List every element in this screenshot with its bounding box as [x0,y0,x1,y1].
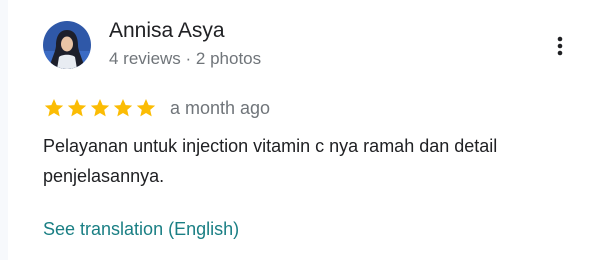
rating-row: a month ago [43,96,270,120]
star-icon [43,97,65,119]
more-vert-icon [557,36,563,56]
review-card: Annisa Asya 4 reviews · 2 photos a month… [0,0,610,260]
review-date: a month ago [170,98,271,118]
review-text: Pelayanan untuk injection vitamin c nya … [43,136,498,186]
star-icon [112,97,134,119]
reviewer-name[interactable]: Annisa Asya [109,17,225,45]
see-translation-link[interactable]: See translation (English) [43,215,239,243]
star-icon [66,97,88,119]
reviewer-meta: 4 reviews · 2 photos [109,49,262,68]
star-rating [43,97,157,119]
avatar-photo-icon [43,21,91,69]
reviewer-avatar[interactable] [43,21,91,69]
star-icon [135,97,157,119]
star-icon [89,97,111,119]
more-options-button[interactable] [546,32,574,60]
